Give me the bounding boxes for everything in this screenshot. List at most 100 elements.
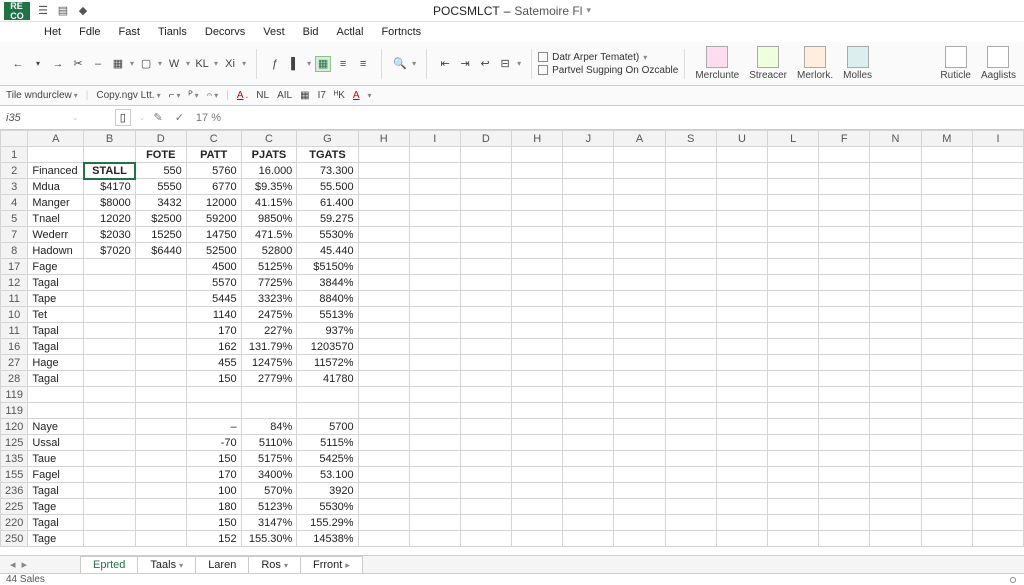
cell[interactable] — [135, 323, 186, 339]
cell[interactable] — [84, 323, 135, 339]
row-header[interactable]: 119 — [1, 403, 28, 419]
cell[interactable]: 550 — [135, 163, 186, 179]
cell[interactable] — [84, 467, 135, 483]
cell[interactable]: 5445 — [186, 291, 241, 307]
menu-fast[interactable]: Fast — [111, 24, 148, 40]
cell[interactable]: 180 — [186, 499, 241, 515]
cell[interactable]: 100 — [186, 483, 241, 499]
fill-icon[interactable]: ▦ — [315, 56, 331, 72]
checkbox-icon[interactable] — [538, 52, 548, 62]
row-header[interactable]: 5 — [1, 211, 28, 227]
col-header[interactable]: B — [84, 131, 135, 147]
cell[interactable]: 3400% — [241, 467, 297, 483]
cell[interactable] — [297, 387, 358, 403]
cell[interactable]: 227% — [241, 323, 297, 339]
cell[interactable] — [135, 275, 186, 291]
cell[interactable]: Tape — [28, 291, 84, 307]
menu-tianls[interactable]: Tianls — [150, 24, 195, 40]
cell[interactable]: 41.15% — [241, 195, 297, 211]
cell[interactable] — [135, 483, 186, 499]
cell[interactable] — [135, 339, 186, 355]
cell[interactable] — [28, 387, 84, 403]
cell[interactable] — [186, 403, 241, 419]
cell[interactable]: $9.35% — [241, 179, 297, 195]
cell[interactable]: 5550 — [135, 179, 186, 195]
cell[interactable]: Tnael — [28, 211, 84, 227]
row-header[interactable]: 225 — [1, 499, 28, 515]
cell[interactable]: 3844% — [297, 275, 358, 291]
cell[interactable] — [135, 355, 186, 371]
tile-dropdown[interactable]: Tile wndurclew ▾ — [6, 90, 78, 101]
cell[interactable]: 570% — [241, 483, 297, 499]
tab-laren[interactable]: Laren — [195, 556, 249, 573]
cell[interactable]: Hage — [28, 355, 84, 371]
cell[interactable]: $2500 — [135, 211, 186, 227]
cell[interactable]: 15250 — [135, 227, 186, 243]
cell[interactable] — [135, 435, 186, 451]
diamond-icon[interactable]: ◆ — [76, 4, 90, 18]
indent-icon[interactable]: ⇤ — [437, 56, 453, 72]
cell[interactable]: 5425% — [297, 451, 358, 467]
col-header[interactable]: H — [512, 131, 563, 147]
row-header[interactable]: 16 — [1, 339, 28, 355]
cell[interactable]: $4170 — [84, 179, 135, 195]
col-header[interactable]: D — [460, 131, 511, 147]
row-header[interactable]: 11 — [1, 323, 28, 339]
cell[interactable]: 61.400 — [297, 195, 358, 211]
row-header[interactable]: 12 — [1, 275, 28, 291]
cell[interactable]: Fagel — [28, 467, 84, 483]
cell[interactable]: $7020 — [84, 243, 135, 259]
fx-cancel-icon[interactable]: ✎ — [153, 111, 162, 124]
menu-fortncts[interactable]: Fortncts — [373, 24, 429, 40]
row-header[interactable]: 135 — [1, 451, 28, 467]
cell[interactable]: Manger — [28, 195, 84, 211]
aaglists-button[interactable]: Aaglists — [981, 46, 1016, 81]
row-header[interactable]: 2 — [1, 163, 28, 179]
cell[interactable] — [135, 515, 186, 531]
cell[interactable] — [84, 291, 135, 307]
cell[interactable] — [84, 259, 135, 275]
title-dropdown-icon[interactable]: ▾ — [586, 5, 591, 16]
menu-decorvs[interactable]: Decorvs — [197, 24, 253, 40]
cell[interactable]: Tapal — [28, 323, 84, 339]
cell[interactable]: 9850% — [241, 211, 297, 227]
cell[interactable] — [84, 451, 135, 467]
chevron-down-icon[interactable]: ▾ — [30, 56, 46, 72]
cell[interactable] — [241, 403, 297, 419]
cell[interactable]: 5530% — [297, 227, 358, 243]
row-header[interactable]: 8 — [1, 243, 28, 259]
cell[interactable]: 5530% — [297, 499, 358, 515]
cell[interactable]: Tagal — [28, 483, 84, 499]
name-box[interactable] — [4, 110, 64, 126]
cell[interactable]: 12020 — [84, 211, 135, 227]
tab-taals[interactable]: Taals ▾ — [137, 556, 196, 573]
dash-icon[interactable]: – — [90, 56, 106, 72]
cell[interactable]: -70 — [186, 435, 241, 451]
cell[interactable]: Tage — [28, 531, 84, 547]
col-header[interactable]: A — [614, 131, 665, 147]
cell[interactable]: 16.000 — [241, 163, 297, 179]
cell[interactable]: 150 — [186, 451, 241, 467]
cell[interactable] — [84, 275, 135, 291]
row-header[interactable]: 120 — [1, 419, 28, 435]
ruticle-button[interactable]: Ruticle — [940, 46, 971, 81]
cell[interactable] — [84, 419, 135, 435]
merclunte-button[interactable]: Merclunte — [695, 46, 739, 81]
row-header[interactable]: 17 — [1, 259, 28, 275]
chevron-down-icon[interactable]: ⌄ — [72, 113, 79, 122]
cell[interactable]: 11572% — [297, 355, 358, 371]
cell[interactable]: Tagal — [28, 515, 84, 531]
cell[interactable] — [84, 515, 135, 531]
col-header[interactable]: A — [28, 131, 84, 147]
cell[interactable] — [135, 307, 186, 323]
row-header[interactable]: 250 — [1, 531, 28, 547]
cell[interactable]: 59.275 — [297, 211, 358, 227]
menu-actlal[interactable]: Actlal — [329, 24, 372, 40]
cell[interactable]: – — [186, 419, 241, 435]
tab-nav[interactable]: ◂▸ — [10, 558, 27, 571]
cell[interactable]: 12475% — [241, 355, 297, 371]
cell[interactable]: Naye — [28, 419, 84, 435]
wrap-icon[interactable]: ↩ — [477, 56, 493, 72]
row-header[interactable]: 28 — [1, 371, 28, 387]
cell[interactable] — [135, 451, 186, 467]
